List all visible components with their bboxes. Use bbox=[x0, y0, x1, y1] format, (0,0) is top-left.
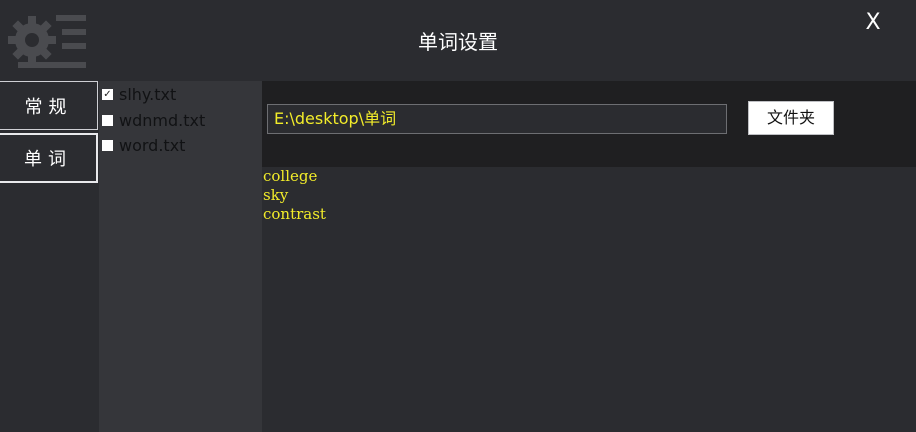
folder-path-input[interactable]: E:\desktop\单词 bbox=[267, 104, 727, 134]
file-label: slhy.txt bbox=[119, 84, 177, 104]
word-item: college bbox=[263, 167, 318, 185]
tab-words[interactable]: 单词 bbox=[0, 133, 98, 183]
file-label: wdnmd.txt bbox=[119, 110, 206, 130]
file-checkbox[interactable] bbox=[102, 114, 113, 126]
choose-folder-button[interactable]: 文件夹 bbox=[748, 101, 834, 135]
file-item-word[interactable]: word.txt bbox=[102, 135, 185, 155]
tab-general[interactable]: 常规 bbox=[0, 81, 98, 130]
file-checkbox[interactable] bbox=[102, 139, 113, 151]
word-item: sky bbox=[263, 186, 289, 204]
close-button[interactable]: X bbox=[860, 8, 886, 38]
word-item: contrast bbox=[263, 205, 326, 223]
settings-nav: 常规 单词 bbox=[0, 81, 99, 432]
window-title: 单词设置 bbox=[418, 30, 498, 54]
file-label: word.txt bbox=[119, 135, 186, 155]
title-bar: 单词设置 X bbox=[0, 0, 916, 81]
word-list: college sky contrast bbox=[262, 167, 916, 432]
file-item-slhy[interactable]: ✓ slhy.txt bbox=[102, 84, 176, 104]
file-item-wdnmd[interactable]: wdnmd.txt bbox=[102, 110, 205, 130]
file-checkbox[interactable]: ✓ bbox=[102, 88, 113, 100]
file-list: ✓ slhy.txt wdnmd.txt word.txt bbox=[99, 81, 262, 432]
settings-window: 单词设置 X 常规 单词 ✓ slhy.txt wdnmd.txt word.t… bbox=[0, 0, 916, 432]
folder-bar: E:\desktop\单词 文件夹 bbox=[262, 81, 916, 167]
